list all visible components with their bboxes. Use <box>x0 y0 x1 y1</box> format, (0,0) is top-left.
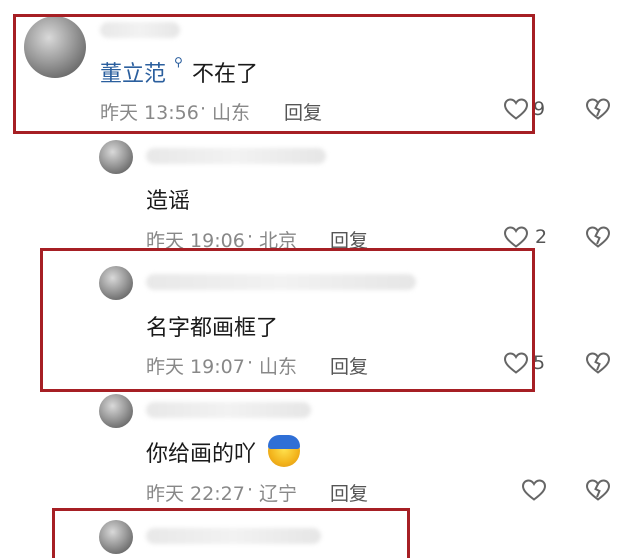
comment-text: 造谣 <box>146 189 191 214</box>
comment-location: 辽宁 <box>259 483 298 505</box>
broken-heart-icon[interactable] <box>585 351 611 375</box>
highlight-box <box>13 14 535 134</box>
highlight-box <box>40 248 535 392</box>
avatar[interactable] <box>99 140 133 174</box>
blurred-username <box>146 148 326 164</box>
reply-button[interactable]: 回复 <box>330 479 368 506</box>
like-count: 2 <box>535 226 548 248</box>
avatar[interactable] <box>99 394 133 428</box>
meta-separator: · <box>247 479 254 501</box>
heart-icon[interactable] <box>521 478 547 502</box>
broken-heart-icon[interactable] <box>585 97 611 121</box>
blurred-username <box>146 402 311 418</box>
emoji-icon <box>268 435 300 467</box>
comment-time: 昨天 22:27 <box>146 483 245 505</box>
broken-heart-icon[interactable] <box>585 225 611 249</box>
heart-icon[interactable] <box>503 225 529 249</box>
highlight-box <box>52 508 410 558</box>
comment-text: 你给画的吖 <box>146 442 257 467</box>
meta-separator: · <box>247 226 254 248</box>
broken-heart-icon[interactable] <box>585 478 611 502</box>
